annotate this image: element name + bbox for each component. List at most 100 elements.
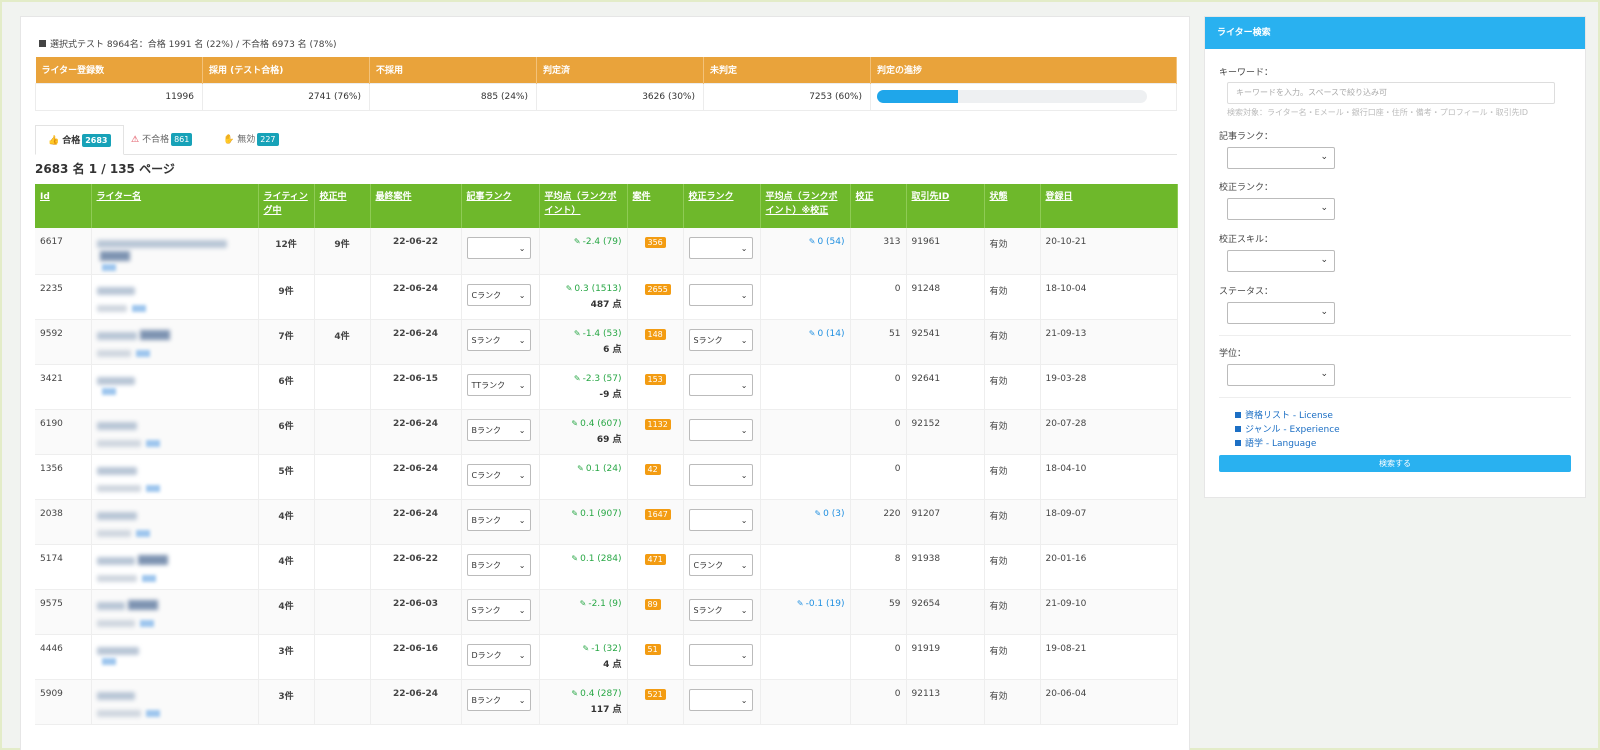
cell-writer-name[interactable] (91, 274, 259, 320)
proof-rank-select[interactable]: ⌄ (688, 689, 753, 711)
cell-writer-name[interactable] (91, 409, 259, 455)
proof-score-link[interactable]: 0 (3) (823, 509, 844, 519)
pencil-icon[interactable]: ✎ (571, 419, 578, 428)
proof-rank-select[interactable]: Cランク ⌄ (688, 554, 753, 576)
pencil-icon[interactable]: ✎ (571, 554, 578, 563)
proof-score-link[interactable]: -0.1 (19) (806, 599, 845, 609)
col-proof-avg-score[interactable]: 平均点（ランクポイント）※校正 (760, 184, 851, 228)
article-rank-select[interactable]: ⌄ (466, 237, 531, 259)
tab-pass[interactable]: 👍 合格 2683 (35, 125, 124, 155)
article-rank-select[interactable]: Bランク ⌄ (466, 689, 531, 711)
article-rank-select[interactable]: TTランク ⌄ (466, 374, 531, 396)
col-status[interactable]: 状態 (984, 184, 1041, 228)
pencil-icon[interactable]: ✎ (797, 599, 804, 608)
degree-select[interactable]: ⌄ (1227, 364, 1335, 386)
pencil-icon[interactable]: ✎ (571, 689, 578, 698)
article-rank-select[interactable]: Bランク ⌄ (466, 419, 531, 441)
proof-rank-select[interactable]: ⌄ (688, 419, 753, 441)
pencil-icon[interactable]: ✎ (574, 237, 581, 246)
article-rank-select[interactable]: Sランク ⌄ (466, 329, 531, 351)
col-writer-name[interactable]: ライター名 (91, 184, 259, 228)
cell-writer-name[interactable] (91, 319, 259, 365)
avg-score-link[interactable]: -1 (32) (591, 644, 621, 654)
cell-registered: 21-09-10 (1040, 589, 1178, 635)
col-proof-count[interactable]: 校正 (850, 184, 907, 228)
pencil-icon[interactable]: ✎ (580, 599, 587, 608)
proof-rank-select[interactable]: ⌄ (688, 509, 753, 531)
avg-score-link[interactable]: -2.4 (79) (583, 237, 622, 247)
pencil-icon[interactable]: ✎ (566, 284, 573, 293)
col-article-rank[interactable]: 記事ランク (461, 184, 540, 228)
cell-writer-name[interactable] (91, 679, 259, 725)
pencil-icon[interactable]: ✎ (574, 374, 581, 383)
pencil-icon[interactable]: ✎ (571, 509, 578, 518)
col-proof-rank[interactable]: 校正ランク (683, 184, 761, 228)
article-rank-select[interactable]: Bランク ⌄ (466, 554, 531, 576)
proof-rank-select[interactable]: ⌄ (1227, 198, 1335, 220)
tab-invalid[interactable]: ✋ 無効 227 (211, 125, 291, 155)
pencil-icon[interactable]: ✎ (809, 237, 816, 246)
chevron-down-icon: ⌄ (740, 425, 748, 435)
article-rank-select[interactable]: Cランク ⌄ (466, 464, 531, 486)
avg-score-link[interactable]: -2.1 (9) (588, 599, 621, 609)
article-rank-select[interactable]: Bランク ⌄ (466, 509, 531, 531)
col-id[interactable]: Id (35, 184, 92, 228)
avg-score-link[interactable]: 0.4 (607) (580, 419, 621, 429)
license-list-link[interactable]: 資格リスト - License (1235, 408, 1333, 421)
tab-fail[interactable]: ⚠ 不合格 861 (119, 125, 204, 155)
col-writing[interactable]: ライティング中 (258, 184, 315, 228)
cell-writer-name[interactable] (91, 634, 259, 680)
proof-rank-select[interactable]: ⌄ (688, 284, 753, 306)
proof-score-link[interactable]: 0 (14) (817, 329, 844, 339)
proof-rank-select[interactable]: ⌄ (688, 374, 753, 396)
avg-score-link[interactable]: 0.3 (1513) (574, 284, 621, 294)
cell-registered: 18-10-04 (1040, 274, 1178, 320)
avg-score-link[interactable]: 0.4 (287) (580, 689, 621, 699)
cell-id: 2038 (35, 499, 92, 545)
search-button[interactable]: 検索する (1219, 455, 1571, 472)
cell-writer-name[interactable] (91, 228, 259, 275)
col-registered[interactable]: 登録日 (1040, 184, 1178, 228)
pencil-icon[interactable]: ✎ (814, 509, 821, 518)
avg-score-link[interactable]: -2.3 (57) (583, 374, 622, 384)
pencil-icon[interactable]: ✎ (809, 329, 816, 338)
language-link[interactable]: 語学 - Language (1235, 436, 1316, 449)
chevron-down-icon: ⌄ (518, 425, 526, 435)
proof-rank-select[interactable]: ⌄ (688, 644, 753, 666)
keyword-input[interactable]: キーワードを入力。スペースで絞り込み可 (1227, 82, 1555, 104)
proof-rank-select[interactable]: Sランク ⌄ (688, 329, 753, 351)
article-rank-select[interactable]: Dランク ⌄ (466, 644, 531, 666)
col-client-id[interactable]: 取引先ID (906, 184, 985, 228)
cell-writer-name[interactable] (91, 454, 259, 500)
pencil-icon[interactable]: ✎ (574, 329, 581, 338)
cell-writer-name[interactable] (91, 364, 259, 410)
status-select[interactable]: ⌄ (1227, 302, 1335, 324)
avg-score-link[interactable]: 0.1 (907) (580, 509, 621, 519)
cell-writer-name[interactable] (91, 589, 259, 635)
proof-skill-select[interactable]: ⌄ (1227, 250, 1335, 272)
cell-last-case: 22-06-15 (370, 364, 462, 410)
col-cases[interactable]: 案件 (627, 184, 684, 228)
genre-link[interactable]: ジャンル - Experience (1235, 422, 1340, 435)
cell-writer-name[interactable] (91, 544, 259, 590)
proof-rank-select[interactable]: Sランク ⌄ (688, 599, 753, 621)
proof-rank-select[interactable]: ⌄ (688, 237, 753, 259)
col-proofing[interactable]: 校正中 (314, 184, 371, 228)
proof-score-link[interactable]: 0 (54) (817, 237, 844, 247)
rank-points: 487 点 (590, 300, 622, 310)
pencil-icon[interactable]: ✎ (577, 464, 584, 473)
article-rank-select[interactable]: Cランク ⌄ (466, 284, 531, 306)
avg-score-link[interactable]: 0.1 (284) (580, 554, 621, 564)
article-rank-select[interactable]: Sランク ⌄ (466, 599, 531, 621)
cell-writer-name[interactable] (91, 499, 259, 545)
tab-count-badge: 227 (257, 133, 279, 146)
avg-score-link[interactable]: 0.1 (24) (586, 464, 622, 474)
col-avg-score[interactable]: 平均点（ランクポイント） (539, 184, 628, 228)
article-rank-select[interactable]: ⌄ (1227, 147, 1335, 169)
cell-last-case: 22-06-03 (370, 589, 462, 635)
cell-id: 5174 (35, 544, 92, 590)
pencil-icon[interactable]: ✎ (582, 644, 589, 653)
col-last-case[interactable]: 最終案件 (370, 184, 462, 228)
proof-rank-select[interactable]: ⌄ (688, 464, 753, 486)
avg-score-link[interactable]: -1.4 (53) (583, 329, 622, 339)
